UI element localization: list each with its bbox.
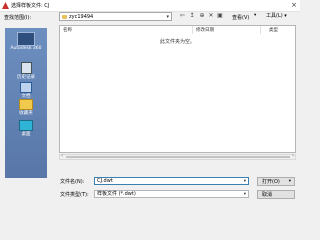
favorites-folder-icon: [19, 99, 33, 110]
file-type-label: 文件类型(T):: [60, 192, 89, 198]
close-icon[interactable]: ×: [291, 1, 297, 9]
cancel-button[interactable]: 取消: [257, 190, 295, 199]
column-header-type[interactable]: 类型: [269, 27, 278, 33]
autodesk-360-icon: [17, 32, 35, 46]
look-in-value: zyc19494: [69, 14, 94, 20]
chevron-down-icon: ▾: [243, 192, 246, 197]
new-folder-icon[interactable]: ▣: [216, 12, 224, 20]
place-history[interactable]: 历史记录: [5, 62, 47, 80]
folder-icon: [62, 15, 67, 19]
search-web-icon[interactable]: ⊕: [198, 12, 206, 20]
tools-label: 工具(L): [266, 13, 283, 19]
open-button[interactable]: 打开(O) ▾: [257, 177, 295, 186]
place-label: 桌面: [21, 132, 31, 137]
column-header-date[interactable]: 修改日期: [196, 27, 214, 33]
place-favorites[interactable]: 收藏夹: [5, 99, 47, 116]
horizontal-scrollbar[interactable]: ‹ ›: [59, 153, 296, 160]
autocad-icon: [2, 2, 9, 9]
file-type-select[interactable]: 样板文件 (*.dwt) ▾: [94, 190, 249, 198]
desktop-icon: [19, 120, 33, 131]
column-divider: [192, 26, 193, 34]
empty-folder-message: 此文件夹为空。: [159, 39, 195, 45]
place-documents[interactable]: 文档: [5, 82, 47, 99]
look-in-label: 查找范围(I):: [4, 15, 32, 21]
chevron-down-icon: ▾: [284, 13, 287, 19]
cancel-button-label: 取消: [262, 192, 273, 198]
view-menu[interactable]: 查看(V): [232, 14, 249, 21]
chevron-down-icon: ▾: [254, 13, 257, 18]
file-name-value: CJ.dwt: [97, 178, 113, 184]
history-icon: [20, 62, 32, 74]
place-desktop[interactable]: 桌面: [5, 120, 47, 137]
documents-icon: [20, 82, 32, 93]
column-header-name[interactable]: 名称: [63, 27, 72, 33]
back-icon[interactable]: ⇦: [178, 12, 186, 20]
file-name-label: 文件名(N):: [60, 179, 85, 185]
scroll-right-icon[interactable]: ›: [292, 153, 294, 159]
place-label: Autodesk 360: [10, 46, 42, 51]
tools-menu[interactable]: 工具(L) ▾: [262, 12, 296, 21]
places-bar: Autodesk 360 历史记录 文档 收藏夹 桌面: [5, 28, 47, 178]
scroll-thumb[interactable]: [66, 156, 290, 158]
file-name-input[interactable]: CJ.dwt ▾: [94, 177, 249, 185]
place-autodesk-360[interactable]: Autodesk 360: [5, 32, 47, 51]
title-bar: 选择样板文件: CJ ×: [0, 0, 300, 12]
look-in-combo[interactable]: zyc19494 ▾: [59, 12, 172, 21]
place-label: 历史记录: [17, 75, 35, 80]
chevron-down-icon[interactable]: ▾: [244, 178, 246, 185]
delete-icon[interactable]: ✕: [207, 12, 215, 20]
chevron-down-icon[interactable]: ▾: [289, 178, 291, 186]
up-folder-icon[interactable]: ↥: [188, 12, 196, 20]
place-label: 收藏夹: [19, 111, 33, 116]
scroll-left-icon[interactable]: ‹: [61, 153, 63, 159]
chevron-down-icon: ▾: [166, 14, 169, 20]
window-title: 选择样板文件: CJ: [11, 3, 50, 9]
file-list[interactable]: 名称 修改日期 类型 此文件夹为空。: [59, 25, 296, 153]
column-divider: [260, 26, 261, 34]
open-button-label: 打开(O): [262, 179, 280, 185]
file-type-value: 样板文件 (*.dwt): [97, 191, 136, 197]
